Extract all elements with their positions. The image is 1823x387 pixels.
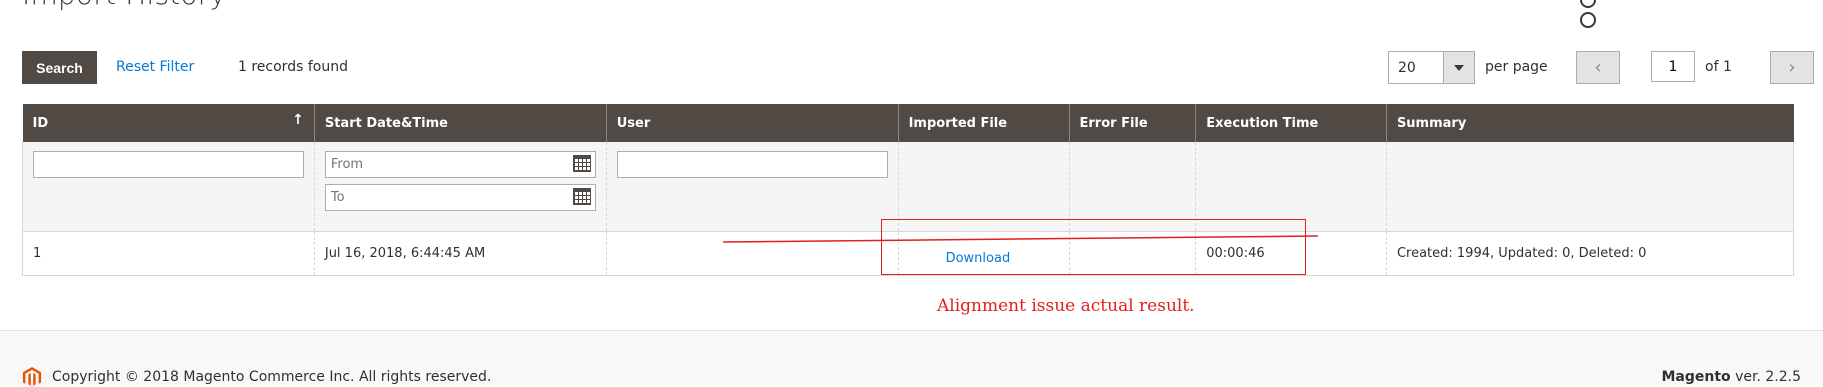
column-header-summary[interactable]: Summary [1385, 104, 1794, 142]
user-filter-input[interactable] [616, 151, 888, 178]
footer-version-number: ver. 2.2.5 [1735, 369, 1801, 385]
column-header-imported-file[interactable]: Imported File [897, 104, 1069, 142]
filter-cell-empty [1068, 142, 1196, 232]
download-link[interactable]: Download [946, 251, 1011, 266]
sort-arrow-icon[interactable]: ↑ [292, 112, 304, 128]
header-icons [1580, 0, 1660, 28]
annotation-note: Alignment issue actual result. [937, 296, 1195, 316]
calendar-icon[interactable] [572, 188, 591, 205]
date-to-input[interactable] [324, 184, 596, 211]
filter-row [22, 142, 1795, 232]
grid-toolbar: Search Reset Filter 1 records found 20 p… [22, 51, 1814, 84]
filter-cell-empty [1195, 142, 1387, 232]
column-header-execution-time[interactable]: Execution Time [1195, 104, 1387, 142]
chevron-down-icon[interactable] [1443, 52, 1474, 83]
row-id: 1 [33, 246, 42, 261]
filter-cell-empty [897, 142, 1069, 232]
column-header-id[interactable]: ID ↑ [22, 104, 315, 142]
per-page-select[interactable]: 20 [1388, 51, 1475, 84]
page-footer: Copyright © 2018 Magento Commerce Inc. A… [0, 330, 1823, 387]
column-label: ID [32, 115, 49, 131]
page-total: of 1 [1705, 59, 1732, 75]
per-page-value: 20 [1398, 59, 1416, 76]
filter-cell-date [313, 142, 607, 232]
calendar-icon[interactable] [572, 155, 591, 172]
search-icon[interactable] [1580, 0, 1596, 8]
cell-error-file [1068, 231, 1196, 276]
cell-execution-time: 00:00:46 [1195, 231, 1387, 276]
column-header-start[interactable]: Start Date&Time [313, 104, 607, 142]
page-number-input[interactable] [1651, 51, 1695, 82]
search-button[interactable]: Search [22, 51, 97, 84]
cell-user [605, 231, 899, 276]
cell-id: 1 [22, 231, 315, 276]
date-to-wrap [324, 184, 596, 211]
date-from-wrap [324, 151, 596, 178]
page-title: Import History [22, 0, 226, 11]
column-header-error-file[interactable]: Error File [1068, 104, 1196, 142]
column-header-user[interactable]: User [605, 104, 899, 142]
per-page-label: per page [1485, 59, 1548, 75]
filter-cell-id [22, 142, 315, 232]
date-from-input[interactable] [324, 151, 596, 178]
table-row[interactable]: 1 Jul 16, 2018, 6:44:45 AM Download 00:0… [22, 231, 1795, 276]
footer-version: Magento ver. 2.2.5 [1661, 369, 1801, 385]
cell-start: Jul 16, 2018, 6:44:45 AM [313, 231, 607, 276]
cell-imported-file: Download [897, 231, 1069, 276]
next-page-button[interactable]: › [1770, 51, 1814, 84]
previous-page-button[interactable]: ‹ [1576, 51, 1620, 84]
import-history-grid: ID ↑ Start Date&Time User Imported File … [22, 104, 1795, 276]
id-filter-input[interactable] [33, 151, 304, 178]
magento-logo-icon [22, 367, 42, 387]
reset-filter-link[interactable]: Reset Filter [116, 59, 194, 75]
grid-header-row: ID ↑ Start Date&Time User Imported File … [22, 104, 1794, 142]
user-icon[interactable] [1580, 12, 1596, 28]
filter-cell-user [605, 142, 899, 232]
footer-copyright: Copyright © 2018 Magento Commerce Inc. A… [52, 369, 492, 385]
footer-brand: Magento [1661, 369, 1731, 385]
filter-cell-empty [1385, 142, 1795, 232]
records-count: 1 records found [238, 59, 348, 75]
cell-summary: Created: 1994, Updated: 0, Deleted: 0 [1385, 231, 1795, 276]
